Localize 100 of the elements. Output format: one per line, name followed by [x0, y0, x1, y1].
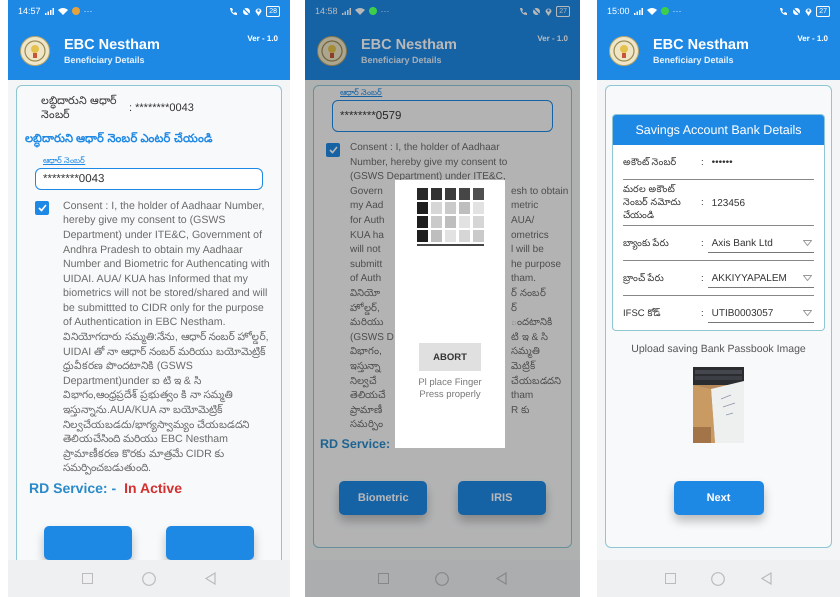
mute-icon [532, 6, 542, 16]
app-title: EBC Nestham [653, 37, 749, 53]
consent-text: AUA/ [511, 214, 534, 228]
field-label: ఆధార్ నెంబర్ [43, 156, 86, 167]
consent-checkbox[interactable] [326, 143, 340, 157]
rd-service-status: In Active [124, 480, 182, 496]
consent-text: ఇస్తున్నా [350, 360, 380, 374]
location-icon [545, 6, 552, 16]
consent-text: చేయబడదని [511, 374, 561, 388]
emblem-logo [20, 36, 50, 66]
dropdown-icon [803, 240, 812, 246]
next-button[interactable]: Next [674, 481, 764, 515]
app-title: EBC Nestham [64, 37, 160, 53]
clock-time: 14:57 [18, 6, 41, 16]
consent-text: వినియో [350, 286, 380, 301]
consent-text: విభాగం, [350, 345, 382, 360]
consent-text: సమ్మతి [511, 345, 540, 360]
recent-apps-icon[interactable] [378, 573, 390, 584]
clock-time: 15:00 [607, 6, 630, 16]
mute-icon [792, 6, 802, 16]
consent-text: he purpose [511, 258, 562, 272]
consent-text: l will be [511, 243, 544, 258]
consent-text: (GSWS D [350, 330, 394, 345]
field-label: బ్రాంచ్ పేరు [623, 272, 665, 286]
colon: : [701, 197, 704, 208]
consent-text: will not [350, 243, 381, 258]
field-label: అకౌంట్ నెంబర్ [623, 156, 678, 170]
version-label: Ver - 1.0 [537, 34, 568, 43]
version-label: Ver - 1.0 [247, 34, 278, 43]
dropdown-field[interactable]: UTIB0003057 [708, 304, 814, 322]
signal-icon [342, 8, 351, 14]
dropdown-icon [803, 310, 812, 316]
version-label: Ver - 1.0 [797, 34, 828, 43]
more-notifications: ··· [84, 6, 93, 16]
field-label: మరల అకౌంట్ నెంబర్ నమోదు చేయండి [623, 183, 682, 223]
mute-icon [242, 6, 252, 16]
consent-text: ర్ [511, 302, 517, 316]
home-icon[interactable] [435, 572, 450, 586]
consent-text: తెలియచే [350, 389, 386, 404]
wifi-icon [58, 7, 68, 15]
consent-text: R కు [511, 404, 529, 418]
rd-service-label: RD Service: [320, 436, 390, 451]
dropdown-field[interactable]: AKKIYYAPALEM [708, 268, 814, 288]
wifi-icon [646, 7, 657, 15]
consent-text: Consent : I, the holder of Aadhaar Number, hereby give my consent to (GSWS Department) under ITE&C, Government of Andhra Pradesh to obtain my Aadhaar Number and Biometric for Authencating with UIDAI. AUA/ KUA has Informed that my biometrics will not be stored/shared and will be submittted to CIDR only for the purpose of Authentication in EBC Nestham. వినియోగదారు సమ్మతి:నేను, ఆధార్ నంబర్ హోల్డర్, UIDAI తో నా ఆధార్ నంబర్ మరియు బయోమెట్రిక్ ధ్రువీకరణ పొందటానికి (GSWS Department)under ఐ టి ఇ & సి విభాగం,ఆంధ్రప్రదేశ్ ప్రభుత్వం కి నా సమ్మతి ఇస్తున్నాను.AUA/KUA నా బయోమెట్రిక్ నిల్వచేయబడదు/భాగ్యస్వామ్యం చేయబడదని తెలియచేసింది మరియు EBC Nestham ప్రామాణీకరణ కొరకు మాత్రమే CIDR కు సమర్పించబడుతుంది. [63, 198, 271, 476]
consent-text: హోల్డర్, [350, 302, 380, 316]
consent-text: నిల్వచే [350, 374, 377, 390]
back-icon[interactable] [496, 572, 507, 585]
home-icon[interactable] [711, 572, 726, 586]
beneficiary-aadhaar-label: లబ్ధిదారుని ఆధార్ నెంబర్ [41, 94, 118, 122]
consent-checkbox[interactable] [35, 200, 49, 215]
emblem-logo [609, 36, 639, 66]
emblem-logo [317, 36, 347, 66]
location-icon [805, 6, 812, 16]
scan-button[interactable] [44, 526, 132, 560]
consent-text: esh to obtain [511, 184, 568, 199]
input-field[interactable]: 123456 [708, 194, 814, 212]
app-notification-icon [72, 7, 80, 15]
consent-text: metric [511, 199, 538, 214]
phone-icon [229, 6, 238, 16]
recent-apps-icon[interactable] [664, 573, 676, 584]
signal-icon [634, 8, 643, 14]
aadhaar-input-field[interactable]: ********0579 [332, 100, 553, 132]
back-icon[interactable] [204, 572, 216, 585]
colon: : [701, 308, 704, 318]
consent-text: ందటానికి [511, 316, 552, 330]
upload-label: Upload saving Bank Passbook Image [630, 343, 807, 355]
consent-text: KUA ha [350, 228, 384, 243]
home-icon[interactable] [142, 572, 156, 586]
more-notifications: ··· [380, 6, 390, 16]
consent-text: my Aad [350, 199, 384, 214]
consent-text: tham [511, 389, 534, 404]
app-notification-icon [660, 7, 669, 15]
panel-title: Savings Account Bank Details [613, 115, 824, 145]
consent-text: (GSWS Department) under ITE&C, [350, 170, 506, 184]
phone-icon [519, 6, 528, 16]
scan-button[interactable] [166, 526, 254, 560]
aadhaar-input-field[interactable]: ********0043 [35, 168, 263, 190]
consent-text: మరియు [350, 316, 383, 330]
consent-text: Number, hereby give my consent to [350, 156, 508, 170]
recent-apps-icon[interactable] [82, 573, 94, 584]
input-field[interactable]: •••••• [708, 153, 814, 171]
phone-icon [779, 6, 788, 16]
consent-text: submitt [350, 258, 382, 272]
consent-text: టి ఇ & సి [511, 330, 548, 345]
consent-text: Consent : I, the holder of Aadhaar [350, 141, 500, 155]
field-label: IFSC కోడ్ [623, 306, 662, 320]
back-icon[interactable] [761, 572, 772, 585]
consent-text: సమర్పిం [350, 418, 383, 432]
consent-text: ప్రామాణీ [350, 404, 382, 418]
app-subtitle: Beneficiary Details [653, 55, 735, 65]
wifi-icon [354, 7, 365, 15]
app-subtitle: Beneficiary Details [64, 55, 146, 65]
consent-text: of Auth [350, 272, 382, 286]
dropdown-field[interactable]: Axis Bank Ltd [708, 234, 814, 252]
checkmark-icon [38, 204, 46, 212]
consent-text: Govern [350, 184, 383, 199]
dialog-message: Pl place Finger Press properly [418, 377, 482, 401]
abort-button[interactable]: ABORT [419, 343, 481, 371]
more-notifications: ··· [672, 6, 682, 16]
